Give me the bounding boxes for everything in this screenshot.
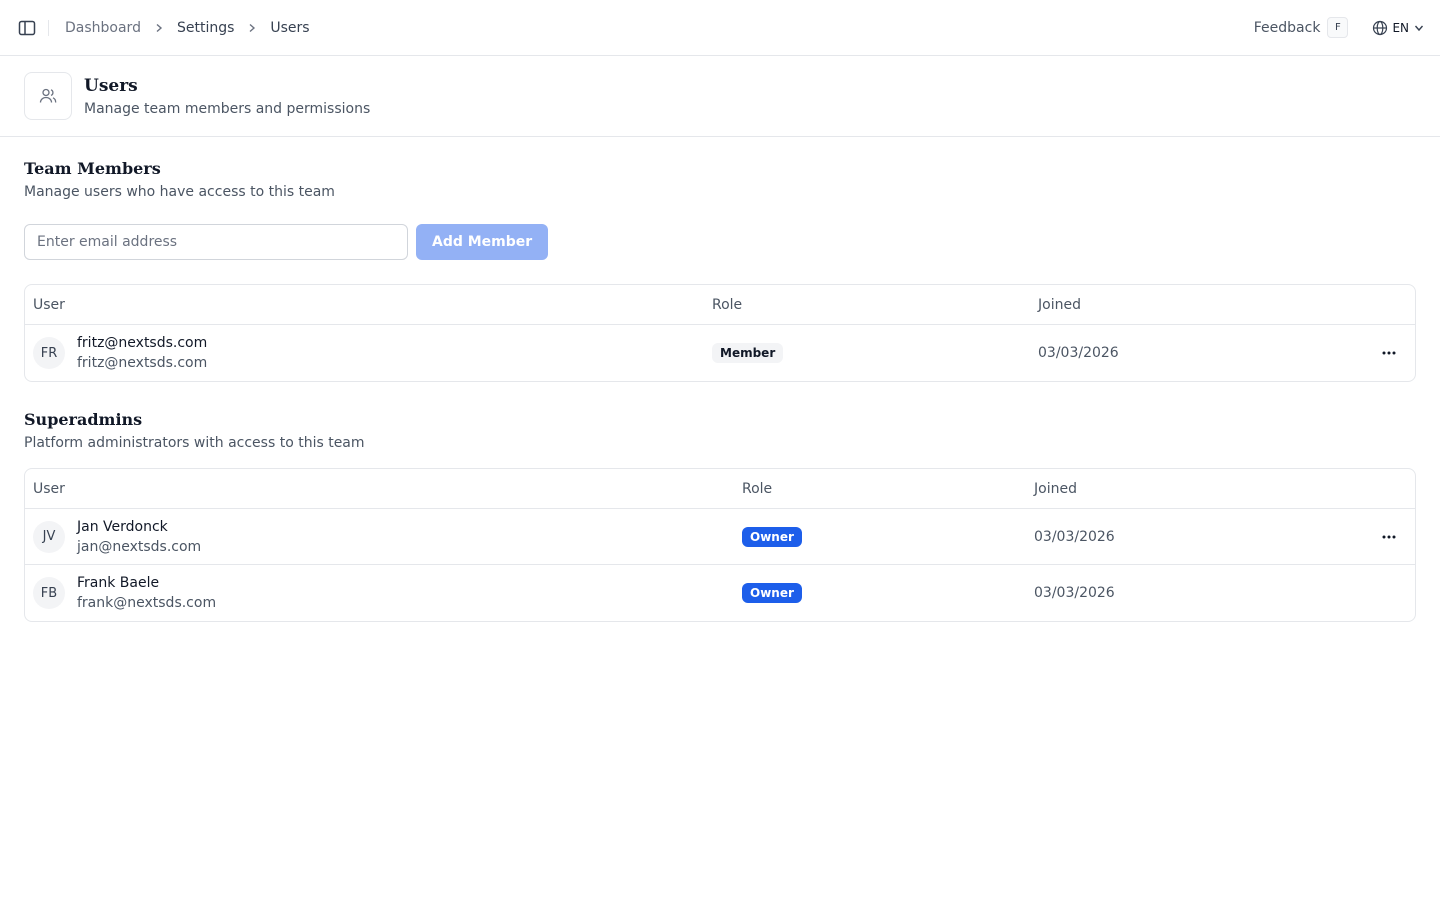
role-cell: Owner — [734, 526, 1026, 547]
user-cell: JV Jan Verdonck jan@nextsds.com — [25, 517, 734, 557]
feedback-button[interactable]: Feedback F — [1254, 17, 1349, 38]
user-name: Frank Baele — [77, 575, 160, 591]
sidebar-toggle-button[interactable] — [16, 17, 38, 39]
table-row: FB Frank Baele frank@nextsds.com Owner 0… — [25, 565, 1415, 621]
row-actions-button[interactable] — [1379, 527, 1399, 547]
add-member-button[interactable]: Add Member — [416, 224, 549, 260]
role-badge: Owner — [742, 583, 802, 603]
user-email: jan@nextsds.com — [77, 538, 202, 555]
user-name: fritz@nextsds.com — [77, 335, 208, 351]
avatar: FR — [33, 337, 65, 369]
role-cell: Member — [704, 343, 1030, 363]
breadcrumb-settings[interactable]: Settings — [177, 20, 234, 36]
page-header-text: Users Manage team members and permission… — [84, 76, 370, 117]
top-bar-left: Dashboard Settings Users — [16, 17, 310, 39]
more-horizontal-icon — [1382, 535, 1396, 538]
team-members-section: Team Members Manage users who have acces… — [24, 159, 1416, 382]
page-subtitle: Manage team members and permissions — [84, 100, 371, 117]
chevron-right-icon — [247, 23, 257, 33]
user-info: JV Jan Verdonck jan@nextsds.com — [33, 517, 734, 557]
row-actions-button[interactable] — [1379, 343, 1399, 363]
superadmins-subtitle: Platform administrators with access to t… — [24, 435, 365, 451]
superadmins-section: Superadmins Platform administrators with… — [24, 410, 1416, 622]
more-horizontal-icon — [1382, 351, 1396, 355]
joined-date: 03/03/2026 — [1038, 345, 1119, 361]
sidebar-toggle-icon — [18, 20, 36, 35]
breadcrumb: Dashboard Settings Users — [65, 20, 310, 36]
team-members-table: User Role Joined FR fritz@nextsds.com fr… — [24, 284, 1416, 382]
table-row: FR fritz@nextsds.com fritz@nextsds.com M… — [25, 325, 1415, 381]
top-bar-right: Feedback F EN — [1254, 17, 1424, 38]
avatar: JV — [33, 520, 65, 553]
email-input[interactable] — [24, 224, 408, 260]
superadmins-title: Superadmins — [24, 410, 143, 429]
team-members-subtitle: Manage users who have access to this tea… — [24, 184, 335, 200]
role-badge: Member — [712, 343, 784, 363]
joined-date: 03/03/2026 — [1034, 528, 1115, 545]
feedback-shortcut-key: F — [1327, 17, 1349, 38]
joined-date: 03/03/2026 — [1034, 585, 1115, 601]
user-text: Jan Verdonck jan@nextsds.com — [77, 517, 201, 557]
user-email: frank@nextsds.com — [77, 595, 217, 611]
superadmins-table: User Role Joined JV Jan Verdonck jan@nex… — [24, 468, 1416, 622]
avatar: FB — [33, 577, 65, 609]
user-info: FB Frank Baele frank@nextsds.com — [33, 573, 734, 613]
user-cell: FB Frank Baele frank@nextsds.com — [25, 573, 734, 613]
feedback-label: Feedback — [1253, 19, 1321, 36]
main-content: Team Members Manage users who have acces… — [0, 137, 1440, 622]
page-header: Users Manage team members and permission… — [0, 56, 1440, 137]
column-header-user: User — [33, 296, 65, 313]
table-header: User Role Joined — [25, 469, 1415, 509]
table-row: JV Jan Verdonck jan@nextsds.com Owner 03… — [25, 509, 1415, 565]
add-member-form: Add Member — [24, 224, 1416, 260]
role-cell: Owner — [734, 583, 1026, 603]
column-header-user: User — [33, 480, 65, 497]
user-info: FR fritz@nextsds.com fritz@nextsds.com — [33, 333, 704, 373]
role-badge: Owner — [742, 526, 802, 547]
team-members-title: Team Members — [24, 159, 161, 178]
globe-icon — [1373, 20, 1388, 35]
breadcrumb-dashboard[interactable]: Dashboard — [65, 20, 141, 36]
chevron-right-icon — [154, 23, 164, 33]
user-text: fritz@nextsds.com fritz@nextsds.com — [77, 333, 207, 373]
column-header-role: Role — [742, 480, 773, 497]
language-label: EN — [1392, 20, 1409, 35]
breadcrumb-users: Users — [270, 19, 310, 36]
table-header: User Role Joined — [25, 285, 1415, 325]
users-icon — [24, 72, 72, 120]
column-header-role: Role — [712, 296, 743, 313]
toolbar-divider — [48, 19, 49, 36]
column-header-joined: Joined — [1034, 480, 1077, 497]
chevron-down-icon — [1414, 25, 1424, 31]
top-bar: Dashboard Settings Users Feedback F EN — [0, 0, 1440, 56]
column-header-joined: Joined — [1038, 296, 1081, 313]
user-name: Jan Verdonck — [77, 518, 168, 535]
user-cell: FR fritz@nextsds.com fritz@nextsds.com — [25, 333, 704, 373]
user-email: fritz@nextsds.com — [77, 355, 208, 371]
page-title: Users — [84, 75, 138, 96]
user-text: Frank Baele frank@nextsds.com — [77, 573, 216, 613]
language-selector[interactable]: EN — [1372, 20, 1424, 36]
